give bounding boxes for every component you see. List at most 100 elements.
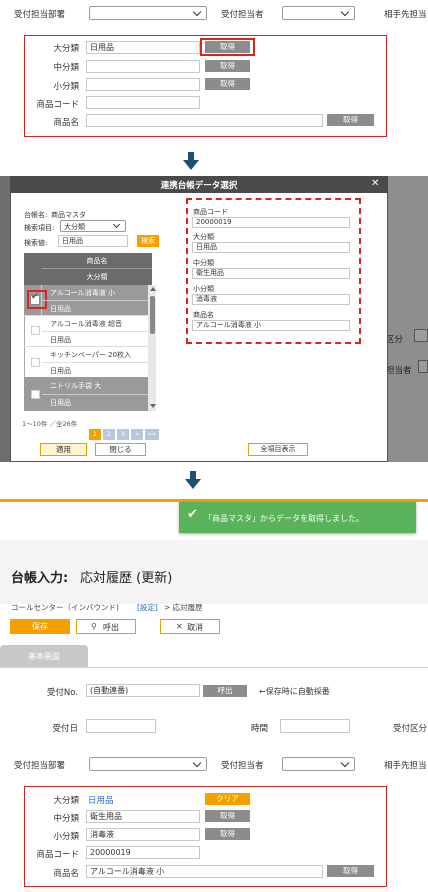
search-item-label: 検索項目: — [24, 224, 55, 232]
get-button[interactable]: 取得 — [327, 865, 374, 877]
partner-label: 相手先担当 — [384, 10, 427, 20]
search-value-input[interactable]: 日用品 — [58, 235, 128, 247]
category-large-input[interactable]: 日用品 — [86, 41, 200, 54]
category-mid-input[interactable] — [86, 60, 200, 73]
dept-label: 受付担当部署 — [14, 10, 66, 20]
detail-label: 商品名 — [193, 311, 214, 319]
field-label: 大分類 — [53, 44, 79, 54]
row-divider — [42, 331, 148, 332]
row-checkbox[interactable] — [31, 390, 40, 399]
chevron-down-icon — [340, 758, 350, 768]
get-button[interactable]: 取得 — [205, 60, 250, 72]
table-header-category: 大分類 — [86, 273, 108, 281]
time-label: 時間 — [251, 724, 269, 734]
recv-no-input[interactable]: (自動連番) — [86, 684, 200, 697]
person-select[interactable] — [282, 6, 355, 20]
product-name-input[interactable]: アルコール消毒液 小 — [86, 865, 323, 878]
row-divider — [42, 362, 148, 363]
row-divider — [42, 300, 148, 301]
bg-label: 担当者 — [386, 366, 412, 376]
partner-label: 相手先担当 — [384, 761, 427, 771]
call-number-button[interactable]: 呼出 — [203, 685, 247, 697]
page-button[interactable]: 2 — [103, 429, 115, 440]
field-label: 商品コード — [36, 850, 79, 860]
row-divider — [24, 315, 148, 316]
table-header-name: 商品名 — [86, 257, 108, 265]
field-label: 商品コード — [36, 100, 79, 110]
time-input[interactable] — [280, 719, 350, 733]
chevron-down-icon — [192, 7, 202, 17]
search-item-value: 大分類 — [64, 223, 85, 231]
ledger-value: 商品マスタ — [51, 211, 86, 219]
tab-basic-label: 基本画面 — [28, 652, 60, 661]
detail-value: アルコール消毒液 小 — [192, 320, 350, 331]
search-item-select[interactable]: 大分類 — [60, 220, 126, 232]
cancel-button-label: 取消 — [187, 623, 203, 632]
page-button[interactable]: 3 — [117, 429, 129, 440]
search-button[interactable]: 検索 — [137, 235, 159, 247]
detail-label: 小分類 — [193, 285, 214, 293]
last-page-button[interactable]: »» — [145, 429, 159, 440]
get-button[interactable]: 取得 — [205, 810, 250, 822]
category-small-input[interactable] — [86, 78, 200, 91]
arrow-down-icon — [183, 152, 199, 170]
check-icon: ✔ — [187, 507, 198, 522]
call-button[interactable]: ⚲ 呼出 — [76, 619, 136, 634]
product-code-input[interactable]: 20000019 — [86, 846, 200, 859]
recv-no-label: 受付No. — [46, 688, 78, 698]
background-page — [388, 176, 428, 462]
detail-value: 衛生用品 — [192, 268, 350, 279]
breadcrumb-link[interactable]: [設定] — [137, 602, 158, 613]
scroll-up-icon[interactable] — [150, 287, 156, 291]
get-button[interactable]: 取得 — [205, 828, 250, 840]
field-label: 商品名 — [53, 118, 79, 128]
recv-date-label: 受付日 — [52, 724, 78, 734]
field-label: 商品名 — [53, 869, 79, 879]
dept-select[interactable] — [89, 757, 207, 771]
close-icon[interactable]: ✕ — [371, 178, 379, 189]
person-label: 受付担当者 — [221, 10, 264, 20]
cancel-button[interactable]: ✕ 取消 — [160, 619, 220, 634]
detail-value: 日用品 — [192, 242, 350, 253]
product-name-input[interactable] — [86, 114, 323, 127]
scroll-down-icon[interactable] — [150, 404, 156, 408]
ledger-label: 台帳名: — [24, 211, 48, 219]
get-button[interactable]: 取得 — [327, 114, 374, 126]
search-icon: ⚲ — [91, 622, 97, 631]
category-large-value: 日用品 — [88, 796, 114, 806]
toast-message: 「商品マスタ」からデータを取得しました。 — [204, 514, 364, 523]
row-checkbox[interactable] — [31, 326, 40, 335]
person-select[interactable] — [282, 757, 355, 771]
chevron-down-icon — [340, 7, 350, 17]
field-label: 中分類 — [53, 63, 79, 73]
detail-value: 消毒液 — [192, 294, 350, 305]
page-button[interactable]: 1 — [89, 429, 101, 440]
row-checkbox[interactable] — [31, 358, 40, 367]
get-button[interactable]: 取得 — [205, 78, 250, 90]
show-all-fields-button[interactable]: 全項目表示 — [248, 443, 308, 456]
recv-date-input[interactable] — [86, 719, 156, 733]
tab-bar-line — [0, 667, 428, 668]
product-code-input[interactable] — [86, 96, 200, 109]
next-page-button[interactable]: » — [131, 429, 143, 440]
detail-value: 20000019 — [192, 217, 350, 228]
recv-no-note: ←保存時に自動採番 — [259, 687, 330, 696]
row-category: 日用品 — [50, 336, 71, 344]
save-button[interactable]: 保存 — [10, 619, 70, 634]
person-label: 受付担当者 — [221, 761, 264, 771]
row-name: アルコール消毒液 超音 — [50, 320, 123, 328]
scroll-thumb[interactable] — [150, 296, 155, 334]
field-label: 小分類 — [53, 832, 79, 842]
category-mid-input[interactable]: 衛生用品 — [86, 810, 200, 823]
category-small-input[interactable]: 消毒液 — [86, 828, 200, 841]
bg-label: 区分 — [386, 335, 404, 345]
bg-input — [414, 329, 428, 342]
table-header-check — [24, 253, 42, 285]
dept-select[interactable] — [89, 6, 207, 20]
field-label: 大分類 — [53, 796, 79, 806]
clear-button[interactable]: クリア — [205, 793, 250, 805]
row-category: 日用品 — [50, 399, 71, 407]
close-button[interactable]: 閉じる — [95, 443, 146, 456]
close-icon: ✕ — [176, 622, 183, 631]
apply-button[interactable]: 適用 — [40, 443, 87, 456]
